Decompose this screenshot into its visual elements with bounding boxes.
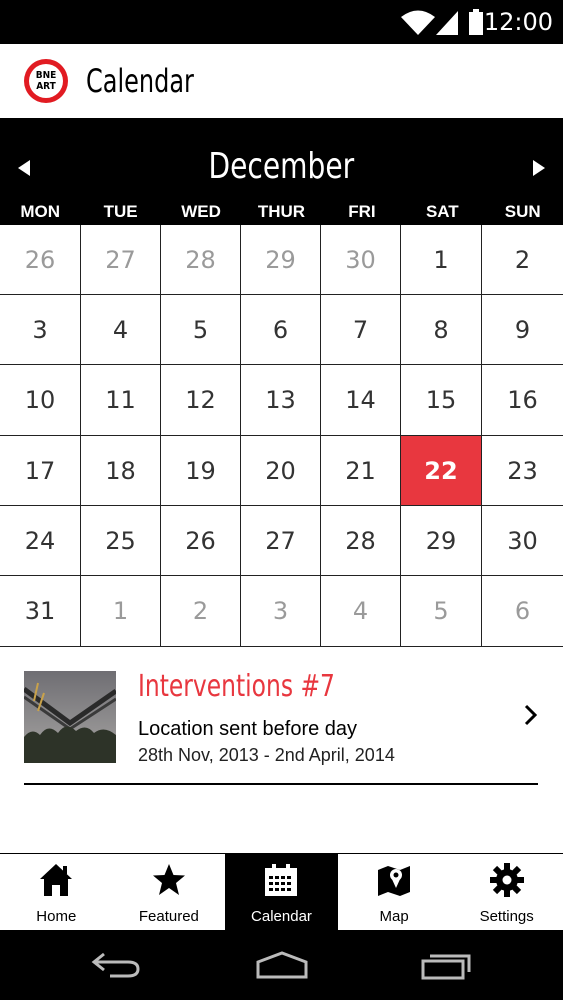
event-thumbnail xyxy=(24,671,116,763)
calendar-day[interactable]: 15 xyxy=(401,365,482,436)
calendar-day[interactable]: 23 xyxy=(482,436,563,506)
tab-settings[interactable]: Settings xyxy=(450,854,563,930)
tab-calendar[interactable]: Calendar xyxy=(225,854,338,930)
logo-text-bottom: ART xyxy=(36,81,56,92)
home-icon xyxy=(40,864,73,896)
event-title: Interventions #7 xyxy=(138,669,335,704)
weekday-label: THUR xyxy=(257,202,306,221)
calendar-day[interactable]: 1 xyxy=(401,225,482,295)
calendar-day[interactable]: 2 xyxy=(482,225,563,295)
event-dates: 28th Nov, 2013 - 2nd April, 2014 xyxy=(138,745,395,765)
calendar-day[interactable]: 31 xyxy=(0,576,81,647)
calendar-day[interactable]: 11 xyxy=(81,365,161,436)
back-icon[interactable] xyxy=(90,950,142,980)
calendar-day[interactable]: 29 xyxy=(241,225,321,295)
weekday-label: TUE xyxy=(103,202,138,221)
event-subtitle: Location sent before day xyxy=(138,718,358,740)
calendar-day[interactable]: 29 xyxy=(401,506,482,576)
calendar-day[interactable]: 26 xyxy=(161,506,241,576)
calendar-day[interactable]: 6 xyxy=(482,576,563,647)
status-time: 12:00 xyxy=(483,8,553,36)
calendar-day[interactable]: 16 xyxy=(482,365,563,436)
calendar-day[interactable]: 10 xyxy=(0,365,81,436)
month-header: December MON TUE WED THUR FRI SAT SUN xyxy=(0,118,563,225)
home-nav-icon[interactable] xyxy=(254,950,310,980)
calendar-day[interactable]: 28 xyxy=(321,506,401,576)
weekday-label: SUN xyxy=(504,202,541,221)
calendar-day[interactable]: 7 xyxy=(321,295,401,365)
calendar-day[interactable]: 30 xyxy=(321,225,401,295)
calendar-day[interactable]: 21 xyxy=(321,436,401,506)
weekday-label: SAT xyxy=(425,202,459,221)
calendar-day[interactable]: 27 xyxy=(81,225,161,295)
bne-art-logo: BNE ART xyxy=(24,59,68,103)
calendar-day[interactable]: 26 xyxy=(0,225,81,295)
calendar-day[interactable]: 27 xyxy=(241,506,321,576)
tab-label: Map xyxy=(379,908,409,925)
calendar-day[interactable]: 6 xyxy=(241,295,321,365)
calendar-day[interactable]: 1 xyxy=(81,576,161,647)
tab-label: Home xyxy=(36,908,77,925)
calendar-day[interactable]: 17 xyxy=(0,436,81,506)
calendar-day[interactable]: 2 xyxy=(161,576,241,647)
status-bar: 12:00 xyxy=(0,0,563,44)
calendar-day[interactable]: 20 xyxy=(241,436,321,506)
tab-map[interactable]: Map xyxy=(338,854,451,930)
star-icon xyxy=(152,864,185,895)
weekday-label: FRI xyxy=(348,202,376,221)
calendar-day[interactable]: 8 xyxy=(401,295,482,365)
logo-text-top: BNE xyxy=(35,70,57,81)
weekday-label: WED xyxy=(181,202,221,221)
next-month-icon[interactable] xyxy=(523,156,553,180)
chevron-right-icon[interactable] xyxy=(523,703,539,727)
calendar-day[interactable]: 14 xyxy=(321,365,401,436)
event-item[interactable]: Interventions #7 Location sent before da… xyxy=(0,647,563,787)
calendar-day[interactable]: 25 xyxy=(81,506,161,576)
calendar-day[interactable]: 24 xyxy=(0,506,81,576)
weekday-row: MON TUE WED THUR FRI SAT SUN xyxy=(0,202,563,224)
battery-icon xyxy=(469,9,483,35)
calendar-day[interactable]: 30 xyxy=(482,506,563,576)
calendar-day[interactable]: 3 xyxy=(0,295,81,365)
system-nav-bar xyxy=(0,930,563,1000)
gear-icon xyxy=(489,863,524,897)
weekday-label: MON xyxy=(20,202,61,221)
divider xyxy=(24,783,538,785)
calendar-day[interactable]: 18 xyxy=(81,436,161,506)
tab-label: Featured xyxy=(138,908,199,925)
signal-icon xyxy=(436,11,458,35)
app-bar: BNE ART Calendar xyxy=(0,44,563,118)
tab-label: Settings xyxy=(479,908,534,925)
calendar-day[interactable]: 9 xyxy=(482,295,563,365)
map-icon xyxy=(378,866,411,896)
calendar-icon xyxy=(265,864,298,896)
recents-icon[interactable] xyxy=(420,950,472,980)
tab-featured[interactable]: Featured xyxy=(113,854,226,930)
page-title: Calendar xyxy=(86,62,194,100)
calendar-day[interactable]: 4 xyxy=(321,576,401,647)
calendar-day[interactable]: 19 xyxy=(161,436,241,506)
calendar-day-selected[interactable]: 22 xyxy=(401,436,482,506)
calendar-day[interactable]: 28 xyxy=(161,225,241,295)
calendar-day[interactable]: 4 xyxy=(81,295,161,365)
calendar-day[interactable]: 13 xyxy=(241,365,321,436)
tab-home[interactable]: Home xyxy=(0,854,113,930)
calendar-day[interactable]: 12 xyxy=(161,365,241,436)
wifi-icon xyxy=(401,10,435,35)
tab-label: Calendar xyxy=(251,908,312,925)
month-title: December xyxy=(208,146,355,187)
calendar-day[interactable]: 5 xyxy=(161,295,241,365)
calendar-day[interactable]: 3 xyxy=(241,576,321,647)
calendar-grid: 26 27 28 29 30 1 2 3 4 5 6 7 8 9 10 11 12 13 14 15 16 17 18 19 2… xyxy=(0,225,563,647)
bottom-tab-bar: Home Featured Calendar Map Settings xyxy=(0,853,563,930)
calendar-day[interactable]: 5 xyxy=(401,576,482,647)
